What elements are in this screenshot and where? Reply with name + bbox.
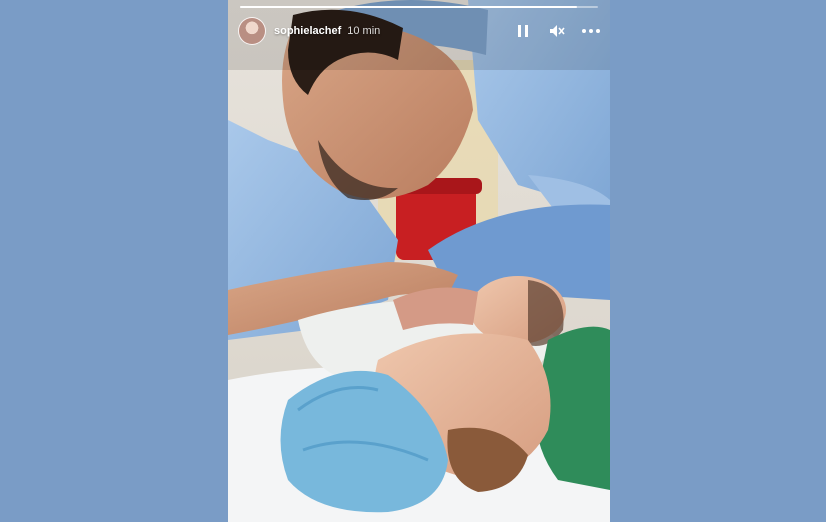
timestamp: 10 min	[347, 25, 381, 37]
pause-button[interactable]	[514, 22, 532, 40]
username[interactable]: sophielachef	[274, 25, 341, 37]
more-options-button[interactable]	[582, 22, 600, 40]
mute-button[interactable]	[548, 22, 566, 40]
speaker-muted-icon	[550, 25, 565, 37]
story-progress-fill	[240, 6, 577, 8]
story-progress-bar	[240, 6, 598, 8]
story-photo	[228, 0, 610, 522]
more-options-icon	[582, 29, 600, 33]
story-header: sophielachef 10 min	[238, 16, 600, 46]
story-viewer[interactable]: sophielachef 10 min	[228, 0, 610, 522]
pause-icon	[518, 25, 528, 37]
story-controls	[514, 22, 600, 40]
avatar[interactable]	[238, 17, 266, 45]
